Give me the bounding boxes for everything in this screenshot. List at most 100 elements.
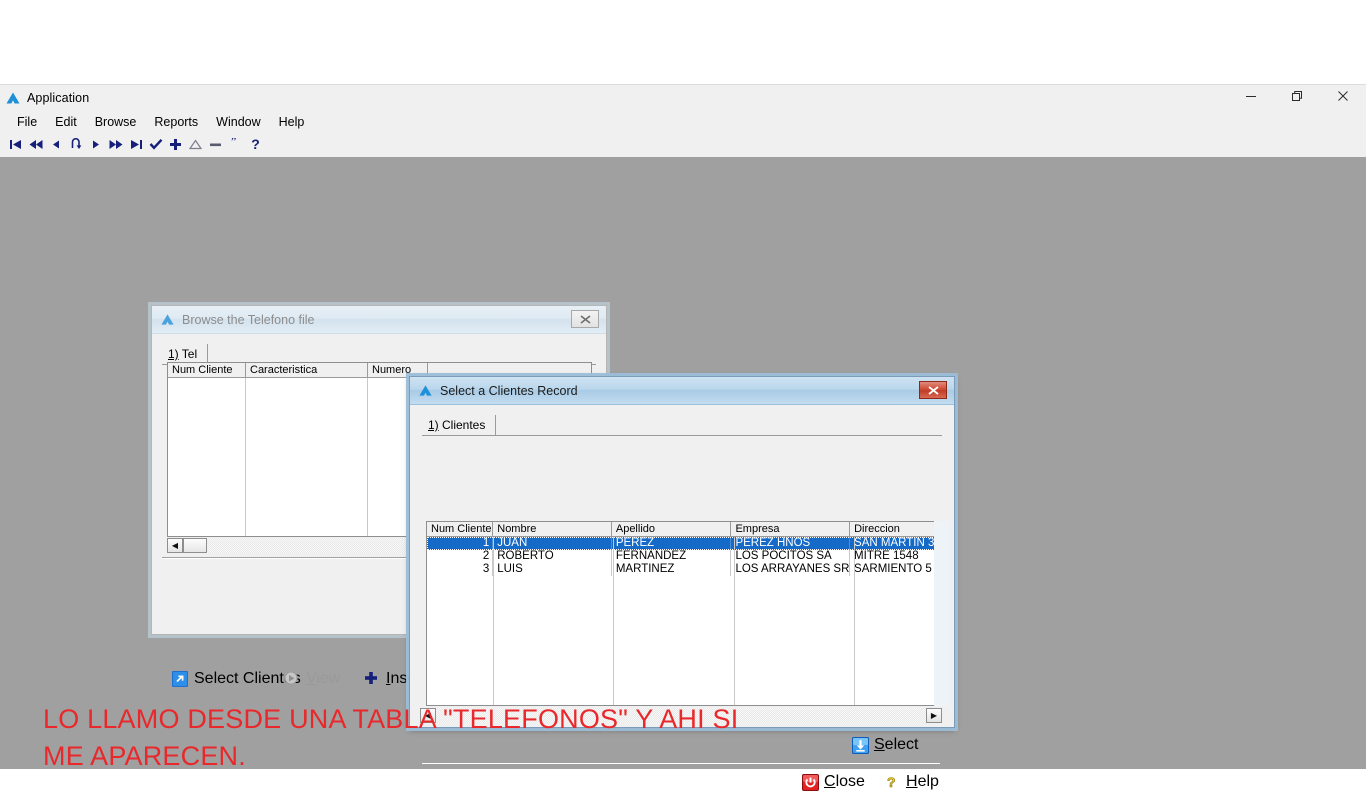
app-title: Application bbox=[27, 91, 90, 105]
question-mark-icon: ? bbox=[884, 774, 900, 791]
clientes-list-vscrollbar[interactable] bbox=[934, 521, 949, 706]
cell-num-cliente: 3 bbox=[427, 563, 494, 576]
view-magnifier-icon bbox=[284, 671, 300, 687]
plus-icon[interactable] bbox=[167, 135, 184, 153]
menu-item-file[interactable]: File bbox=[8, 113, 46, 131]
clientes-list-header: Num Cliente Nombre Apellido Empresa Dire… bbox=[427, 522, 941, 537]
first-icon[interactable] bbox=[7, 135, 24, 153]
menu-item-window[interactable]: Window bbox=[207, 113, 269, 131]
browse-window-title: Browse the Telefono file bbox=[182, 312, 315, 327]
view-button[interactable]: View bbox=[280, 668, 344, 690]
refresh-icon[interactable] bbox=[67, 135, 84, 153]
browse-window-titlebar[interactable]: Browse the Telefono file bbox=[152, 306, 606, 334]
table-row[interactable]: 3 LUIS MARTINEZ LOS ARRAYANES SRL SARMIE… bbox=[427, 563, 941, 576]
cell-nombre: JUAN bbox=[493, 537, 612, 550]
cell-apellido: FERNANDEZ bbox=[612, 550, 732, 563]
scroll-left-icon[interactable]: ◀ bbox=[420, 707, 436, 723]
column-divider bbox=[367, 378, 368, 536]
column-divider bbox=[493, 537, 494, 705]
cell-direccion: SARMIENTO 5 bbox=[850, 563, 941, 576]
quote-icon[interactable]: ” bbox=[227, 135, 244, 153]
application-window: Application File Edit Browse Reports Win… bbox=[0, 81, 1366, 791]
clarion-triangle-icon bbox=[5, 90, 21, 106]
column-header-numero[interactable]: Numero bbox=[368, 363, 428, 377]
restore-icon[interactable] bbox=[1274, 81, 1320, 111]
scroll-left-icon[interactable]: ◀ bbox=[167, 537, 183, 553]
triangle-icon[interactable] bbox=[187, 135, 204, 153]
mdi-client-area: Browse the Telefono file 1) Tel Num Clie… bbox=[0, 157, 1366, 791]
cell-empresa: PEREZ HNOS bbox=[731, 537, 851, 550]
cell-empresa: LOS POCITOS SA bbox=[731, 550, 851, 563]
close-button-label: Close bbox=[824, 773, 865, 790]
scroll-track[interactable] bbox=[436, 707, 926, 723]
column-header-direccion[interactable]: Direccion bbox=[850, 522, 941, 536]
column-divider bbox=[734, 537, 735, 705]
column-header-nombre[interactable]: Nombre bbox=[493, 522, 612, 536]
clientes-list-hscrollbar[interactable]: ◀ ▶ bbox=[420, 707, 942, 723]
help-button[interactable]: ? Help bbox=[880, 771, 943, 793]
column-header-num-cliente[interactable]: Num Cliente bbox=[427, 522, 494, 536]
browse-window-close-button[interactable] bbox=[571, 310, 599, 328]
plus-icon bbox=[364, 671, 380, 687]
rewind-icon[interactable] bbox=[27, 135, 44, 153]
scroll-thumb[interactable] bbox=[183, 537, 207, 553]
column-header-caracteristica[interactable]: Caracteristica bbox=[246, 363, 368, 377]
window-controls bbox=[1228, 81, 1366, 111]
table-row[interactable]: 2 ROBERTO FERNANDEZ LOS POCITOS SA MITRE… bbox=[427, 550, 941, 563]
clarion-triangle-icon bbox=[160, 312, 175, 327]
select-dialog-title: Select a Clientes Record bbox=[440, 383, 578, 398]
help-button-label: Help bbox=[906, 773, 939, 790]
tab-tel-label: Tel bbox=[178, 347, 198, 361]
next-icon[interactable] bbox=[87, 135, 104, 153]
cell-num-cliente: 2 bbox=[427, 550, 494, 563]
select-record-label: Select bbox=[874, 736, 919, 753]
footer-separator bbox=[422, 762, 940, 764]
view-label: View bbox=[306, 670, 341, 687]
scroll-right-icon[interactable]: ▶ bbox=[926, 707, 942, 723]
close-icon[interactable] bbox=[1320, 81, 1366, 111]
menubar: File Edit Browse Reports Window Help bbox=[0, 111, 1366, 133]
cell-empresa: LOS ARRAYANES SRL bbox=[731, 563, 851, 576]
menu-item-edit[interactable]: Edit bbox=[46, 113, 86, 131]
tab-clientes-number: 1) bbox=[428, 418, 439, 432]
cell-nombre: LUIS bbox=[493, 563, 612, 576]
column-divider bbox=[245, 378, 246, 536]
cell-apellido: MARTINEZ bbox=[612, 563, 732, 576]
download-arrow-icon bbox=[852, 737, 869, 754]
column-divider bbox=[854, 537, 855, 705]
column-header-num-cliente[interactable]: Num Cliente bbox=[168, 363, 246, 377]
minimize-icon[interactable] bbox=[1228, 81, 1274, 111]
cell-direccion: MITRE 1548 bbox=[850, 550, 941, 563]
table-row[interactable]: 1 JUAN PEREZ PEREZ HNOS SAN MARTIN 3 bbox=[427, 537, 941, 550]
check-icon[interactable] bbox=[147, 135, 164, 153]
toolbar: ” ? bbox=[0, 133, 1366, 155]
fast-forward-icon[interactable] bbox=[107, 135, 124, 153]
clientes-list[interactable]: Num Cliente Nombre Apellido Empresa Dire… bbox=[426, 521, 942, 706]
select-clientes-dialog[interactable]: Select a Clientes Record 1) Clientes Num… bbox=[409, 376, 955, 791]
select-dialog-tabstrip: 1) Clientes bbox=[422, 414, 942, 436]
column-header-empresa[interactable]: Empresa bbox=[731, 522, 851, 536]
svg-text:?: ? bbox=[887, 774, 896, 790]
column-header-apellido[interactable]: Apellido bbox=[612, 522, 732, 536]
tab-clientes-label: Clientes bbox=[438, 418, 486, 432]
prev-icon[interactable] bbox=[47, 135, 64, 153]
select-record-button[interactable]: Select bbox=[848, 734, 922, 756]
cell-direccion: SAN MARTIN 3 bbox=[850, 537, 941, 550]
question-icon[interactable]: ? bbox=[247, 135, 264, 153]
select-dialog-close-button[interactable] bbox=[919, 381, 947, 399]
last-icon[interactable] bbox=[127, 135, 144, 153]
cell-apellido: PEREZ bbox=[612, 537, 732, 550]
close-button[interactable]: Close bbox=[798, 771, 869, 793]
menu-item-help[interactable]: Help bbox=[270, 113, 314, 131]
svg-text:?: ? bbox=[251, 137, 260, 151]
clarion-triangle-icon bbox=[418, 383, 433, 398]
column-divider bbox=[613, 537, 614, 705]
select-dialog-titlebar[interactable]: Select a Clientes Record bbox=[410, 377, 954, 405]
minus-icon[interactable] bbox=[207, 135, 224, 153]
svg-text:”: ” bbox=[231, 138, 236, 148]
cell-nombre: ROBERTO bbox=[493, 550, 612, 563]
select-arrow-icon bbox=[172, 671, 188, 687]
tab-clientes[interactable]: 1) Clientes bbox=[422, 415, 497, 436]
menu-item-browse[interactable]: Browse bbox=[86, 113, 146, 131]
menu-item-reports[interactable]: Reports bbox=[145, 113, 207, 131]
